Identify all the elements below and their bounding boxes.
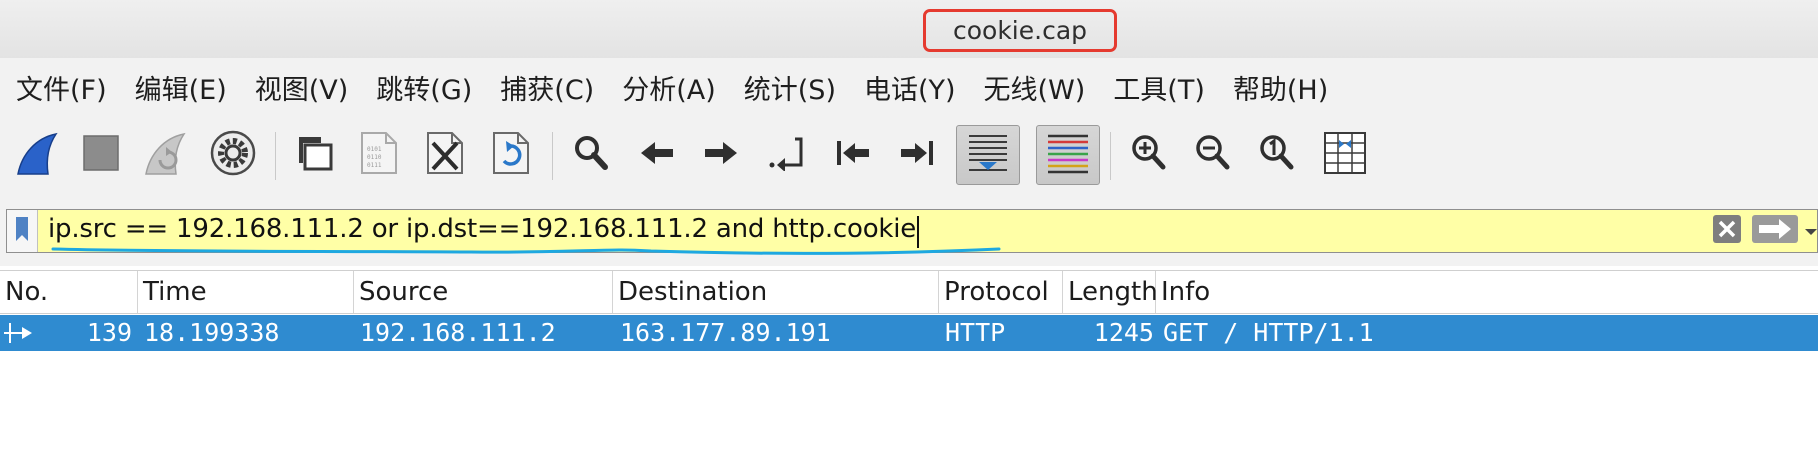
zoom-out-button[interactable] bbox=[1184, 126, 1242, 184]
colorize-icon bbox=[1045, 130, 1091, 180]
menu-view[interactable]: 视图(V) bbox=[255, 68, 349, 107]
title-bar: cookie.cap bbox=[0, 0, 1818, 58]
resize-columns-button[interactable] bbox=[1316, 126, 1374, 184]
menu-capture[interactable]: 捕获(C) bbox=[500, 68, 594, 107]
open-file-button[interactable] bbox=[286, 126, 344, 184]
filter-expression: ip.src == 192.168.111.2 or ip.dst==192.1… bbox=[48, 214, 917, 244]
menu-analyze[interactable]: 分析(A) bbox=[622, 68, 716, 107]
menu-wireless[interactable]: 无线(W) bbox=[984, 68, 1086, 107]
window-title: cookie.cap bbox=[952, 16, 1088, 45]
main-toolbar: 0101 0110 0111 bbox=[0, 116, 1818, 196]
packet-list-empty-area[interactable] bbox=[0, 351, 1818, 470]
column-header-destination[interactable]: Destination bbox=[613, 271, 939, 313]
normal-size-button[interactable] bbox=[1248, 126, 1306, 184]
column-header-protocol[interactable]: Protocol bbox=[939, 271, 1063, 313]
packet-source: 192.168.111.2 bbox=[360, 318, 556, 347]
menu-tools[interactable]: 工具(T) bbox=[1113, 68, 1205, 107]
capture-options-icon bbox=[209, 129, 257, 181]
start-capture-button[interactable] bbox=[8, 126, 66, 184]
toolbar-separator bbox=[1110, 132, 1111, 180]
title-highlight-box: cookie.cap bbox=[923, 9, 1117, 52]
open-file-icon bbox=[295, 133, 335, 177]
reload-file-icon bbox=[490, 131, 532, 179]
resize-columns-icon bbox=[1322, 130, 1368, 180]
toolbar-separator bbox=[552, 132, 553, 180]
menu-telephony[interactable]: 电话(Y) bbox=[864, 68, 956, 107]
shark-fin-start-icon bbox=[14, 130, 60, 180]
save-file-icon: 0101 0110 0111 bbox=[358, 131, 400, 179]
stop-capture-button[interactable] bbox=[72, 126, 130, 184]
zoom-in-button[interactable] bbox=[1120, 126, 1178, 184]
packet-length: 1245 bbox=[1093, 318, 1154, 347]
arrow-right-icon bbox=[1751, 214, 1799, 248]
go-to-packet-icon bbox=[767, 135, 807, 175]
packet-info: GET / HTTP/1.1 bbox=[1163, 318, 1374, 347]
filter-bookmark-button[interactable] bbox=[7, 210, 38, 252]
autoscroll-icon bbox=[965, 130, 1011, 180]
first-packet-button[interactable] bbox=[824, 126, 882, 184]
zoom-out-icon bbox=[1193, 133, 1233, 177]
apply-filter-button[interactable] bbox=[1751, 214, 1799, 248]
go-back-icon bbox=[639, 138, 675, 172]
menu-help[interactable]: 帮助(H) bbox=[1233, 68, 1328, 107]
restart-capture-button[interactable] bbox=[136, 126, 194, 184]
find-packet-icon bbox=[571, 133, 611, 177]
packet-time: 18.199338 bbox=[144, 318, 280, 347]
packet-destination: 163.177.89.191 bbox=[620, 318, 831, 347]
chevron-down-icon bbox=[1804, 222, 1818, 241]
autoscroll-button[interactable] bbox=[956, 125, 1020, 185]
toolbar-separator bbox=[275, 132, 276, 180]
menu-edit[interactable]: 编辑(E) bbox=[135, 68, 227, 107]
find-packet-button[interactable] bbox=[562, 126, 620, 184]
go-forward-icon bbox=[703, 138, 739, 172]
menu-statistics[interactable]: 统计(S) bbox=[744, 68, 836, 107]
menu-go[interactable]: 跳转(G) bbox=[376, 68, 472, 107]
bookmark-icon bbox=[15, 216, 29, 246]
go-forward-button[interactable] bbox=[692, 126, 750, 184]
normal-size-icon bbox=[1257, 133, 1297, 177]
close-file-icon bbox=[424, 131, 466, 179]
column-header-source[interactable]: Source bbox=[354, 271, 613, 313]
column-header-info[interactable]: Info bbox=[1156, 271, 1818, 313]
first-packet-icon bbox=[835, 138, 871, 172]
svg-text:0111: 0111 bbox=[367, 162, 382, 169]
svg-text:0101: 0101 bbox=[367, 146, 382, 153]
annotation-underline bbox=[51, 247, 1001, 255]
packet-row-selected[interactable]: 139 18.199338 192.168.111.2 163.177.89.1… bbox=[0, 315, 1818, 351]
last-packet-button[interactable] bbox=[888, 126, 946, 184]
save-file-button[interactable]: 0101 0110 0111 bbox=[350, 126, 408, 184]
stop-icon bbox=[81, 133, 121, 177]
filter-history-dropdown[interactable] bbox=[1803, 214, 1818, 248]
clear-icon bbox=[1712, 214, 1742, 248]
capture-options-button[interactable] bbox=[204, 126, 262, 184]
zoom-in-icon bbox=[1129, 133, 1169, 177]
display-filter-toolbar: ip.src == 192.168.111.2 or ip.dst==192.1… bbox=[0, 196, 1818, 266]
restart-icon bbox=[142, 130, 188, 180]
display-filter-input[interactable]: ip.src == 192.168.111.2 or ip.dst==192.1… bbox=[6, 209, 1818, 255]
packet-no: 139 bbox=[86, 318, 132, 347]
packet-list-header: No. Time Source Destination Protocol Len… bbox=[0, 270, 1818, 314]
clear-filter-button[interactable] bbox=[1711, 214, 1743, 248]
column-header-time[interactable]: Time bbox=[138, 271, 354, 313]
go-back-button[interactable] bbox=[628, 126, 686, 184]
reload-file-button[interactable] bbox=[482, 126, 540, 184]
close-file-button[interactable] bbox=[416, 126, 474, 184]
packet-protocol: HTTP bbox=[945, 318, 1006, 347]
column-header-length[interactable]: Length bbox=[1063, 271, 1158, 313]
svg-text:0110: 0110 bbox=[367, 154, 382, 161]
last-packet-icon bbox=[899, 138, 935, 172]
menu-file[interactable]: 文件(F) bbox=[16, 68, 107, 107]
colorize-button[interactable] bbox=[1036, 125, 1100, 185]
request-arrow-icon bbox=[2, 321, 36, 349]
menu-bar: 文件(F) 编辑(E) 视图(V) 跳转(G) 捕获(C) 分析(A) 统计(S… bbox=[0, 58, 1818, 116]
column-header-no[interactable]: No. bbox=[0, 271, 138, 313]
go-to-packet-button[interactable] bbox=[758, 126, 816, 184]
